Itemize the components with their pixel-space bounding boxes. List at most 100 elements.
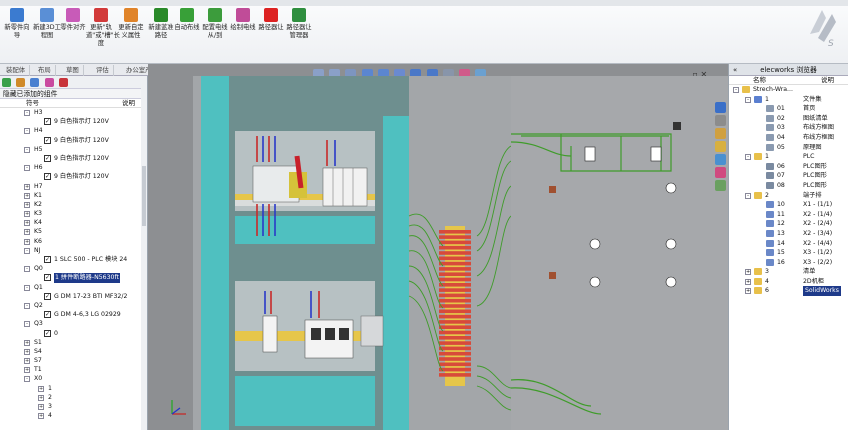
- terminal-block[interactable]: [439, 261, 471, 266]
- terminal-block[interactable]: [439, 367, 471, 372]
- include-checkbox[interactable]: ✓: [44, 136, 51, 144]
- tree-row[interactable]: - Q3: [0, 319, 147, 328]
- terminal-block[interactable]: [439, 288, 471, 292]
- include-checkbox[interactable]: ✓: [44, 118, 51, 126]
- routing-preview-area[interactable]: [511, 76, 728, 430]
- tree-row[interactable]: + K6: [0, 237, 147, 246]
- list-icon[interactable]: [30, 78, 40, 87]
- browser-row[interactable]: 04 布线方框图: [729, 133, 848, 143]
- expand-toggle[interactable]: -: [24, 321, 30, 328]
- terminal-block[interactable]: [439, 309, 471, 314]
- tree-row[interactable]: ✓ 0: [0, 329, 147, 338]
- expand-toggle[interactable]: +: [24, 367, 30, 374]
- tree-scrollbar[interactable]: [141, 86, 147, 430]
- tab-0[interactable]: 装配体: [2, 65, 31, 76]
- expand-toggle[interactable]: +: [38, 385, 44, 392]
- browser-row[interactable]: 01 首页: [729, 104, 848, 114]
- 3d-viewport[interactable]: _ ▫ ✕: [148, 64, 728, 430]
- tree-row[interactable]: + S4: [0, 347, 147, 356]
- browser-row[interactable]: 15 X3 - (1/2): [729, 248, 848, 258]
- expand-toggle[interactable]: +: [24, 358, 30, 365]
- expand-toggle[interactable]: +: [24, 192, 30, 199]
- include-checkbox[interactable]: ✓: [44, 154, 51, 162]
- expand-toggle[interactable]: +: [24, 238, 30, 245]
- ribbon-button-9[interactable]: 路径器让: [256, 8, 286, 32]
- tree-row[interactable]: - X0: [0, 374, 147, 383]
- tree-row[interactable]: + H7: [0, 182, 147, 191]
- design-library-icon[interactable]: [715, 128, 726, 139]
- include-checkbox[interactable]: ✓: [44, 173, 51, 181]
- tree-row[interactable]: ✓ 9 白色指示灯 120V: [0, 136, 147, 145]
- tree-row[interactable]: + K3: [0, 209, 147, 218]
- terminal-block[interactable]: [439, 230, 471, 234]
- tree-row[interactable]: - Q0: [0, 264, 147, 273]
- terminal-block[interactable]: [439, 283, 471, 287]
- terminal-block[interactable]: [439, 373, 471, 377]
- terminal-block[interactable]: [439, 330, 471, 335]
- tab-1[interactable]: 布局: [34, 65, 56, 76]
- terminal-block[interactable]: [439, 235, 471, 239]
- tree-row[interactable]: +2: [0, 393, 147, 402]
- collapse-icon[interactable]: «: [733, 64, 737, 76]
- browser-row[interactable]: 13 X2 - (3/4): [729, 229, 848, 239]
- expand-toggle[interactable]: -: [24, 128, 30, 135]
- tree-row[interactable]: - NJ: [0, 246, 147, 255]
- tree-row[interactable]: - H5: [0, 145, 147, 154]
- expand-toggle[interactable]: +: [745, 269, 751, 276]
- terminal-block[interactable]: [439, 336, 471, 340]
- tree-row[interactable]: ✓ 1 SLC 500 - PLC 模块 24: [0, 255, 147, 264]
- terminal-block[interactable]: [439, 341, 471, 345]
- ribbon-button-8[interactable]: 绘制电线: [228, 8, 258, 32]
- expand-toggle[interactable]: -: [745, 154, 751, 161]
- expand-toggle[interactable]: -: [24, 247, 30, 254]
- tree-row[interactable]: ✓ G DM 17-23 BTI MF32/2: [0, 292, 147, 301]
- tree-row[interactable]: ✓ 9 白色指示灯 120V: [0, 172, 147, 181]
- terminal-block[interactable]: [439, 251, 471, 255]
- browser-row[interactable]: - 1 文件集: [729, 95, 848, 105]
- hide-added-header[interactable]: 隐藏已添加的组件: [0, 89, 147, 99]
- terminal-block[interactable]: [439, 293, 471, 298]
- ribbon-button-7[interactable]: 配置电线从/到: [200, 8, 230, 40]
- cabinet-model[interactable]: [193, 76, 511, 430]
- expand-toggle[interactable]: +: [24, 229, 30, 236]
- expand-toggle[interactable]: +: [24, 211, 30, 218]
- browser-row[interactable]: - 2 端子排: [729, 191, 848, 201]
- expand-toggle[interactable]: -: [24, 110, 30, 116]
- tree-row[interactable]: + S7: [0, 356, 147, 365]
- tree-row[interactable]: +3: [0, 402, 147, 411]
- appearances-icon[interactable]: [715, 167, 726, 178]
- ribbon-button-2[interactable]: 零件对齐: [58, 8, 88, 32]
- include-checkbox[interactable]: ✓: [44, 274, 51, 282]
- browser-row[interactable]: +4 2D机柜: [729, 277, 848, 287]
- tree-row[interactable]: +4: [0, 411, 147, 420]
- tree-row[interactable]: - Q1: [0, 283, 147, 292]
- expand-toggle[interactable]: -: [24, 376, 30, 383]
- terminal-block[interactable]: [439, 320, 471, 324]
- browser-row[interactable]: 14 X2 - (4/4): [729, 239, 848, 249]
- browser-row[interactable]: 02 图纸清单: [729, 114, 848, 124]
- file-explorer-icon[interactable]: [715, 141, 726, 152]
- component-icon[interactable]: [16, 78, 26, 87]
- junction-box[interactable]: [360, 315, 384, 347]
- terminal-block[interactable]: [439, 272, 471, 276]
- expand-toggle[interactable]: +: [38, 404, 44, 410]
- expand-toggle[interactable]: -: [24, 266, 30, 273]
- terminal-block[interactable]: [439, 325, 471, 329]
- terminal-block[interactable]: [439, 256, 471, 261]
- browser-row[interactable]: 11 X2 - (1/4): [729, 210, 848, 220]
- expand-toggle[interactable]: -: [24, 146, 30, 153]
- expand-toggle[interactable]: -: [745, 96, 751, 103]
- browser-row[interactable]: 03 布线方框图: [729, 123, 848, 133]
- terminal-block[interactable]: [439, 346, 471, 351]
- browser-row[interactable]: 08 PLC图形: [729, 181, 848, 191]
- tree-row[interactable]: + K5: [0, 227, 147, 236]
- browser-row[interactable]: +3 清单: [729, 267, 848, 277]
- browser-row[interactable]: - 1 PLC: [729, 152, 848, 162]
- tab-2[interactable]: 草图: [62, 65, 84, 76]
- terminal-block[interactable]: [439, 267, 471, 271]
- expand-toggle[interactable]: -: [24, 302, 30, 309]
- tree-row[interactable]: +1: [0, 384, 147, 393]
- tab-3[interactable]: 评估: [92, 65, 114, 76]
- terminal-block[interactable]: [439, 351, 471, 356]
- browser-row[interactable]: 12 X2 - (2/4): [729, 219, 848, 229]
